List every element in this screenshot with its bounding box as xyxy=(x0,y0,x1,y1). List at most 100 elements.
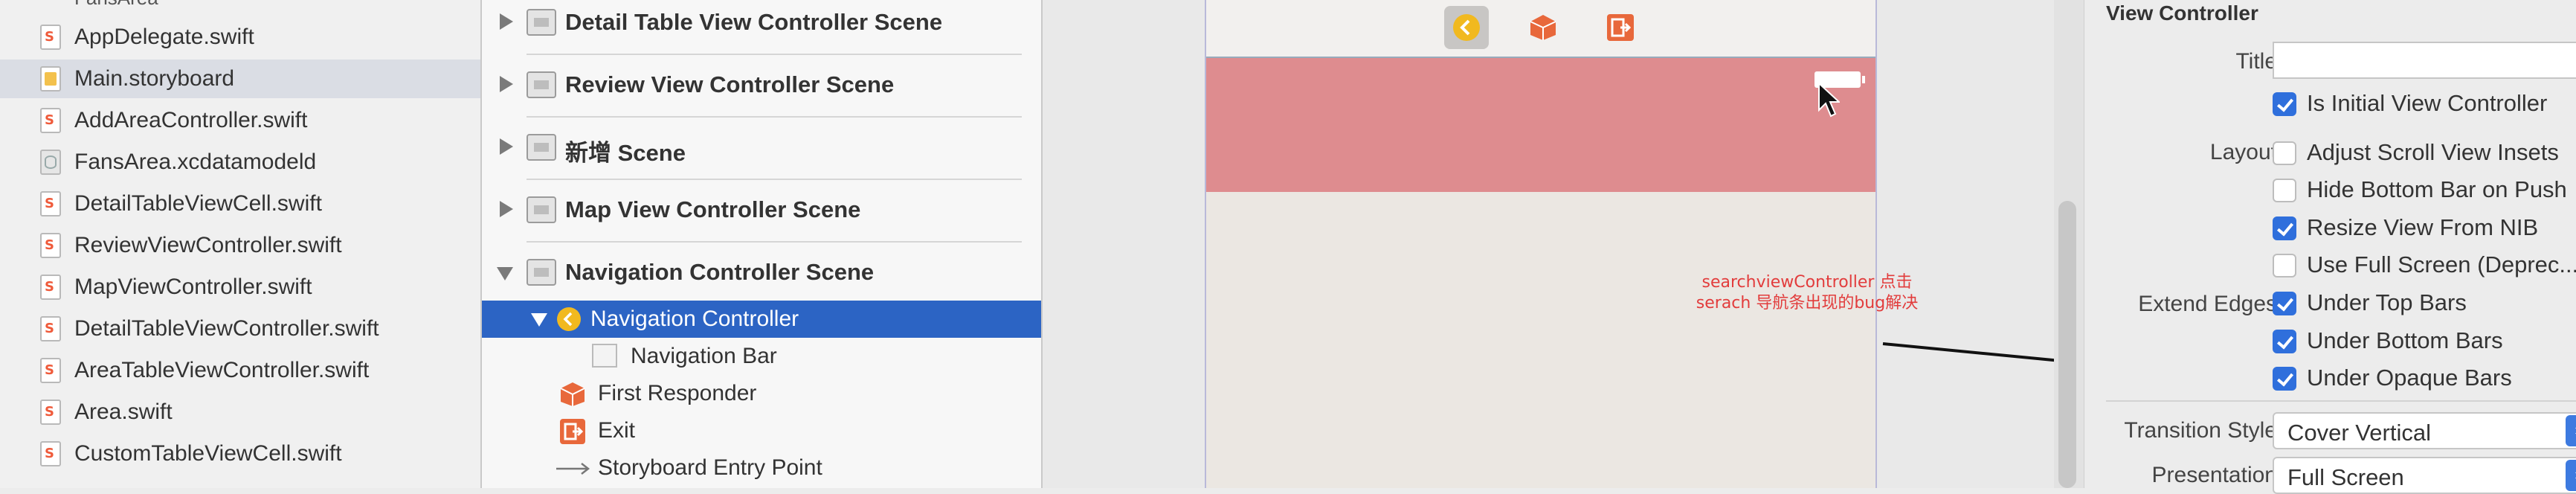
under-top-bars-checkbox[interactable] xyxy=(2273,292,2296,315)
outline-item-label: Exit xyxy=(598,418,636,443)
datamodel-file-icon xyxy=(40,150,61,175)
file-row-main-storyboard[interactable]: Main.storyboard xyxy=(0,60,480,98)
scene-label: Map View Controller Scene xyxy=(565,196,861,222)
scene-icon xyxy=(527,9,556,36)
project-navigator: FansArea AppDelegate.swift Main.storyboa… xyxy=(0,0,482,488)
swift-file-icon xyxy=(40,191,61,216)
entry-point-arrow-icon xyxy=(556,463,590,475)
file-name: AreaTableViewController.swift xyxy=(74,358,370,382)
checkbox-label: Use Full Screen (Deprec... xyxy=(2307,251,2576,278)
first-responder-cube-icon xyxy=(560,382,585,406)
file-row-mapviewcontroller[interactable]: MapViewController.swift xyxy=(0,268,480,307)
file-name: AppDelegate.swift xyxy=(74,25,254,49)
is-initial-checkbox[interactable] xyxy=(2273,92,2296,116)
storyboard-file-icon xyxy=(40,66,61,92)
swift-file-icon xyxy=(40,233,61,258)
use-full-screen-checkbox[interactable] xyxy=(2273,254,2296,278)
dock-exit-button[interactable] xyxy=(1597,6,1642,49)
scrollbar-thumb[interactable] xyxy=(2058,201,2076,488)
swift-file-icon xyxy=(40,108,61,133)
outline-item-label: Navigation Bar xyxy=(631,344,777,368)
file-row-detailtableviewcontroller[interactable]: DetailTableViewController.swift xyxy=(0,309,480,348)
checkbox-label: Under Bottom Bars xyxy=(2307,327,2503,353)
section-title: View Controller xyxy=(2106,1,2258,25)
swift-file-icon xyxy=(40,25,61,50)
transition-style-label: Transition Style xyxy=(2124,418,2277,443)
outline-scene-map[interactable]: Map View Controller Scene xyxy=(482,180,1041,243)
outline-item-label: Navigation Controller xyxy=(590,307,799,331)
file-row-datamodel[interactable]: FansArea.xcdatamodeld xyxy=(0,143,480,182)
file-row-reviewviewcontroller[interactable]: ReviewViewController.swift xyxy=(0,226,480,265)
storyboard-canvas[interactable]: searchviewController 点击serach 导航条出现的bug解… xyxy=(1043,0,2054,488)
file-name: Area.swift xyxy=(74,400,173,424)
scene-icon xyxy=(527,134,556,161)
first-responder-cube-icon xyxy=(1530,15,1556,40)
file-row-appdelegate[interactable]: AppDelegate.swift xyxy=(0,18,480,57)
annotation-note: searchviewController 点击serach 导航条出现的bug解… xyxy=(1696,273,1919,312)
checkbox-label: Resize View From NIB xyxy=(2307,214,2539,240)
title-field[interactable] xyxy=(2273,42,2576,79)
scene-icon xyxy=(527,259,556,286)
checkbox-label: Under Opaque Bars xyxy=(2307,365,2512,391)
mouse-cursor-icon xyxy=(1818,82,1840,118)
resize-view-from-nib-checkbox[interactable] xyxy=(2273,216,2296,240)
document-outline: Detail Table View Controller Scene Revie… xyxy=(482,0,1043,488)
checkbox-label: Adjust Scroll View Insets xyxy=(2307,139,2559,165)
swift-file-icon xyxy=(40,441,61,466)
scene-dock xyxy=(1206,0,1875,58)
outline-item-storyboard-entry-point[interactable]: Storyboard Entry Point xyxy=(482,449,1041,487)
navigation-bar-view[interactable] xyxy=(1206,58,1875,192)
file-name: AddAreaController.swift xyxy=(74,108,308,132)
file-row-areatableviewcontroller[interactable]: AreaTableViewController.swift xyxy=(0,351,480,390)
dock-navigation-controller-button[interactable] xyxy=(1444,6,1489,49)
under-bottom-bars-checkbox[interactable] xyxy=(2273,330,2296,353)
presentation-select[interactable]: Full Screen xyxy=(2273,457,2576,494)
scene-label: Detail Table View Controller Scene xyxy=(565,9,943,35)
disclosure-triangle-icon[interactable] xyxy=(500,13,513,30)
file-name: CustomTableViewCell.swift xyxy=(74,441,342,466)
outline-scene-add[interactable]: 新增 Scene xyxy=(482,118,1041,180)
navigation-controller-icon xyxy=(1453,14,1480,41)
file-row-customtableviewcell[interactable]: CustomTableViewCell.swift xyxy=(0,434,480,473)
outline-item-label: Storyboard Entry Point xyxy=(598,455,822,480)
file-row-area[interactable]: Area.swift xyxy=(0,393,480,432)
outline-scene-navigation[interactable]: Navigation Controller Scene xyxy=(482,243,1041,305)
extend-edges-label: Extend Edges xyxy=(2138,292,2277,316)
disclosure-triangle-icon[interactable] xyxy=(500,76,513,92)
outline-item-navigation-bar[interactable]: Navigation Bar xyxy=(482,338,1041,375)
select-stepper-icon xyxy=(2566,415,2576,446)
select-value: Full Screen xyxy=(2287,464,2404,490)
file-row-detailtableviewcell[interactable]: DetailTableViewCell.swift xyxy=(0,185,480,223)
under-opaque-bars-checkbox[interactable] xyxy=(2273,367,2296,391)
divider xyxy=(2106,400,2576,402)
attributes-inspector: View Controller Title Is Initial View Co… xyxy=(2054,0,2576,494)
disclosure-triangle-open-icon[interactable] xyxy=(531,313,547,327)
file-name: DetailTableViewCell.swift xyxy=(74,191,322,216)
scene-icon xyxy=(527,71,556,98)
outline-scene-detail-table[interactable]: Detail Table View Controller Scene xyxy=(482,0,1041,55)
transition-style-select[interactable]: Cover Vertical xyxy=(2273,412,2576,449)
outline-item-navigation-controller[interactable]: Navigation Controller xyxy=(482,301,1041,338)
inspector-scrollbar[interactable] xyxy=(2054,0,2084,488)
swift-file-icon xyxy=(40,400,61,425)
disclosure-triangle-icon[interactable] xyxy=(500,138,513,155)
group-row-fansarea[interactable]: FansArea xyxy=(0,0,480,9)
disclosure-triangle-open-icon[interactable] xyxy=(497,267,513,280)
disclosure-triangle-icon[interactable] xyxy=(500,201,513,217)
file-name: ReviewViewController.swift xyxy=(74,233,342,257)
outline-item-first-responder[interactable]: First Responder xyxy=(482,375,1041,412)
select-stepper-icon xyxy=(2566,460,2576,491)
adjust-scroll-insets-checkbox[interactable] xyxy=(2273,141,2296,165)
scene-label: Review View Controller Scene xyxy=(565,71,895,97)
group-label: FansArea xyxy=(74,0,158,10)
dock-first-responder-button[interactable] xyxy=(1520,6,1565,49)
outline-scene-review[interactable]: Review View Controller Scene xyxy=(482,55,1041,118)
file-name: FansArea.xcdatamodeld xyxy=(74,150,317,174)
hide-bottom-bar-checkbox[interactable] xyxy=(2273,179,2296,202)
file-row-addareacontroller[interactable]: AddAreaController.swift xyxy=(0,101,480,140)
file-name: Main.storyboard xyxy=(74,66,235,91)
outline-item-exit[interactable]: Exit xyxy=(482,412,1041,449)
navigation-controller-scene[interactable] xyxy=(1205,0,1877,488)
navigation-bar-icon xyxy=(592,344,617,368)
is-initial-label: Is Initial View Controller xyxy=(2307,90,2548,116)
